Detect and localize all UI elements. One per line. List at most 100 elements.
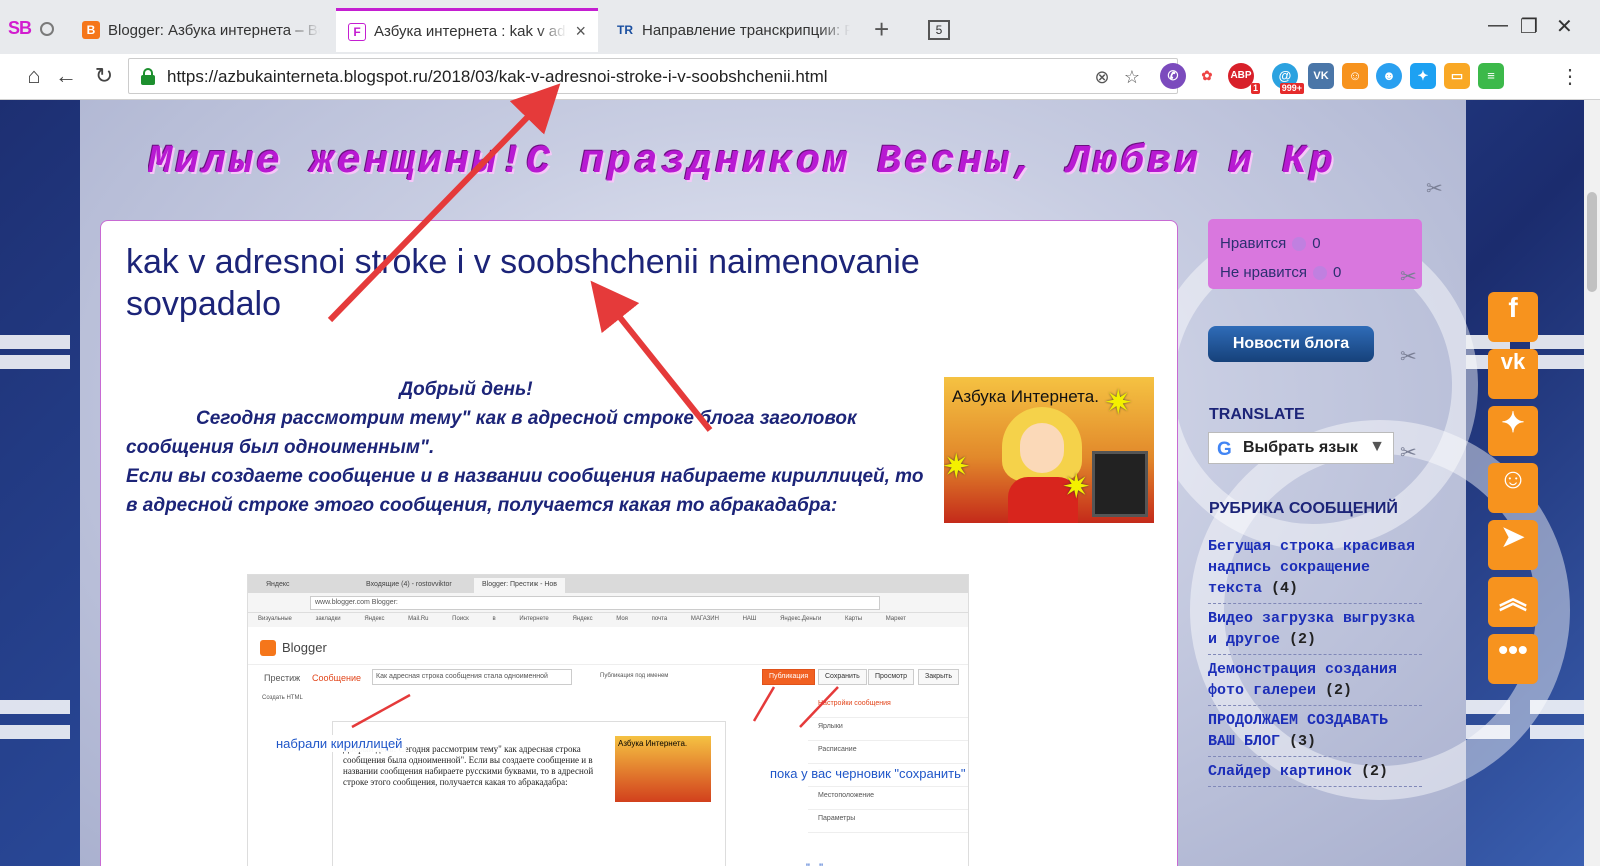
notes-ext-icon[interactable]: ≡ — [1478, 63, 1504, 89]
embedded-screenshot: Яндекс Входящие (4) - rostovviktor Blogg… — [247, 574, 969, 866]
reload-icon[interactable]: ↻ — [90, 62, 118, 90]
tab-transcription[interactable]: TR Направление транскрипции: Ру — [604, 8, 862, 52]
thumbnail-caption: Азбука Интернета. — [952, 387, 1099, 406]
address-bar[interactable]: https://azbukainterneta.blogspot.ru/2018… — [128, 58, 1178, 94]
chevron-down-icon: ▼ — [1369, 438, 1385, 455]
categories-list: Бегущая строка красивая надпись сокращен… — [1208, 532, 1422, 787]
post-greeting: Добрый день! — [399, 379, 533, 400]
url-text[interactable]: https://azbukainterneta.blogspot.ru/2018… — [167, 67, 828, 87]
category-count: (2) — [1361, 763, 1389, 780]
vk-icon[interactable]: vk — [1488, 349, 1538, 399]
tab-counter[interactable]: 5 — [928, 20, 950, 40]
category-count: (2) — [1289, 631, 1317, 648]
language-select[interactable]: G Выбрать язык ▼ — [1208, 432, 1394, 464]
viber-icon[interactable]: ✆ — [1160, 63, 1186, 89]
apps-icon[interactable]: ✿ — [1194, 63, 1220, 89]
ok-ext-icon[interactable]: ☺ — [1342, 63, 1368, 89]
tab-title: Blogger: Азбука интернета – Вс — [108, 21, 320, 39]
tab-title: Направление транскрипции: Ру — [642, 21, 850, 39]
like-heart-icon — [1292, 237, 1307, 252]
smile-ext-icon[interactable]: ☻ — [1376, 63, 1402, 89]
chat-ext-icon[interactable]: ▭ — [1444, 63, 1470, 89]
like-widget: Нравится 0 Не нравится 0 — [1208, 219, 1422, 289]
sb-extension-icon[interactable]: SB — [8, 18, 32, 39]
like-count: 0 — [1312, 235, 1321, 252]
facebook-icon[interactable]: f — [1488, 292, 1538, 342]
telegram-icon[interactable]: ➤ — [1488, 520, 1538, 570]
home-icon[interactable]: ⌂ — [20, 62, 48, 90]
social-share-bar: f vk ✦ ☺ ➤ ︽ ••• — [1488, 292, 1538, 691]
category-count: (3) — [1289, 733, 1317, 750]
twitter-icon[interactable]: ✦ — [1488, 406, 1538, 456]
google-icon: G — [1217, 439, 1232, 460]
post-line2: Если вы создаете сообщение и в названии … — [126, 466, 924, 516]
mail-badge: 999+ — [1279, 83, 1304, 94]
new-tab-button[interactable]: + — [874, 14, 889, 45]
close-tab-icon[interactable]: × — [575, 21, 586, 42]
like-row[interactable]: Нравится 0 — [1220, 229, 1410, 258]
vk-ext-icon[interactable]: VK — [1308, 63, 1334, 89]
scrollbar-thumb[interactable] — [1587, 192, 1597, 292]
category-item[interactable]: Демонстрация создания фото галереи (2) — [1208, 655, 1422, 706]
odnoklassniki-icon[interactable]: ☺ — [1488, 463, 1538, 513]
star-icon: ✷ — [944, 448, 971, 486]
post-card: kak v adresnoi stroke i v soobshchenii n… — [100, 220, 1178, 866]
lock-icon — [141, 68, 155, 85]
category-link[interactable]: Бегущая строка красивая надпись сокращен… — [1208, 538, 1415, 597]
restore-icon[interactable]: ❐ — [1520, 14, 1538, 39]
category-item[interactable]: ПРОДОЛЖАЕМ СОЗДАВАТЬ ВАШ БЛОГ (3) — [1208, 706, 1422, 757]
star-icon: ✷ — [1062, 468, 1091, 506]
sidebar-toggle-icon[interactable] — [40, 22, 54, 36]
page-viewport: Милые женщины!С праздником Весны, Любви … — [0, 100, 1584, 866]
translate-heading: TRANSLATE — [1209, 406, 1305, 423]
blogger-icon: B — [82, 21, 100, 39]
dislike-count: 0 — [1332, 264, 1342, 281]
adblock-badge: 1 — [1250, 83, 1260, 94]
twitter-ext-icon[interactable]: ✦ — [1410, 63, 1436, 89]
category-item[interactable]: Видео загрузка выгрузка и другое (2) — [1208, 604, 1422, 655]
translate-page-icon[interactable]: ⊗ — [1091, 66, 1113, 88]
post-title: kak v adresnoi stroke i v soobshchenii n… — [126, 243, 920, 323]
monitor-image — [1092, 451, 1148, 517]
close-window-icon[interactable]: ✕ — [1556, 14, 1573, 39]
browser-menu-icon[interactable]: ⋮ — [1560, 64, 1580, 89]
marquee-text: Милые женщины!С праздником Весны, Любви … — [148, 140, 1337, 185]
category-link[interactable]: Демонстрация создания фото галереи — [1208, 661, 1397, 699]
minimize-icon[interactable]: — — [1488, 14, 1508, 37]
edit-wrench-icon[interactable]: ✂ — [1400, 440, 1417, 465]
like-label: Нравится — [1220, 235, 1287, 252]
post-intro: Добрый день! Сегодня рассмотрим тему" ка… — [126, 375, 926, 520]
category-count: (2) — [1325, 682, 1353, 699]
tr-icon: TR — [616, 21, 634, 39]
tab-blogger[interactable]: B Blogger: Азбука интернета – Вс — [70, 8, 332, 52]
tab-azbuka[interactable]: F Азбука интернета : kak v adr × — [336, 8, 598, 52]
blog-news-button[interactable]: Новости блога — [1208, 326, 1374, 362]
bookmark-star-icon[interactable]: ☆ — [1121, 66, 1143, 88]
edit-wrench-icon[interactable]: ✂ — [1400, 264, 1417, 289]
back-icon[interactable]: ← — [52, 62, 80, 90]
edit-wrench-icon[interactable]: ✂ — [1426, 176, 1443, 201]
dislike-label: Не нравится — [1220, 264, 1307, 281]
category-item[interactable]: Бегущая строка красивая надпись сокращен… — [1208, 532, 1422, 604]
more-icon[interactable]: ••• — [1488, 634, 1538, 684]
category-item[interactable]: Слайдер картинок (2) — [1208, 757, 1422, 787]
scroll-up-icon[interactable]: ︽ — [1488, 577, 1538, 627]
page-scrollbar[interactable] — [1584, 100, 1600, 866]
tab-bar: SB B Blogger: Азбука интернета – Вс F Аз… — [0, 0, 1600, 54]
toolbar: ⌂ ← ↻ https://azbukainterneta.blogspot.r… — [0, 54, 1600, 100]
dislike-row[interactable]: Не нравится 0 — [1220, 258, 1410, 287]
tab-title: Азбука интернета : kak v adr — [374, 23, 568, 40]
dislike-heart-icon — [1312, 266, 1327, 281]
adblock-icon[interactable]: ABP 1 — [1228, 63, 1260, 94]
star-icon: ✷ — [1104, 384, 1133, 422]
post-thumbnail: ✷ ✷ ✷ Азбука Интернета. — [944, 377, 1154, 523]
language-select-label: Выбрать язык — [1243, 439, 1358, 456]
site-icon: F — [348, 22, 366, 41]
embed-arrows — [351, 686, 839, 729]
mail-icon[interactable]: @999+ — [1272, 63, 1304, 94]
category-link[interactable]: Слайдер картинок — [1208, 763, 1352, 780]
categories-heading: РУБРИКА СООБЩЕНИЙ — [1209, 500, 1398, 517]
edit-wrench-icon[interactable]: ✂ — [1400, 344, 1417, 369]
post-line1: Сегодня рассмотрим тему" как в адресной … — [126, 408, 857, 458]
category-count: (4) — [1271, 580, 1299, 597]
